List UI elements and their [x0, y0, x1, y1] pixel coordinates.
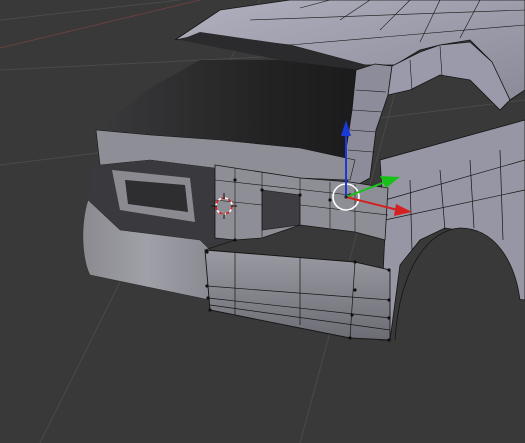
- 3d-viewport[interactable]: [0, 0, 525, 443]
- car-side-panel[interactable]: [379, 119, 525, 443]
- grid-axis-line: [0, 0, 201, 49]
- viewport-canvas[interactable]: [0, 0, 525, 443]
